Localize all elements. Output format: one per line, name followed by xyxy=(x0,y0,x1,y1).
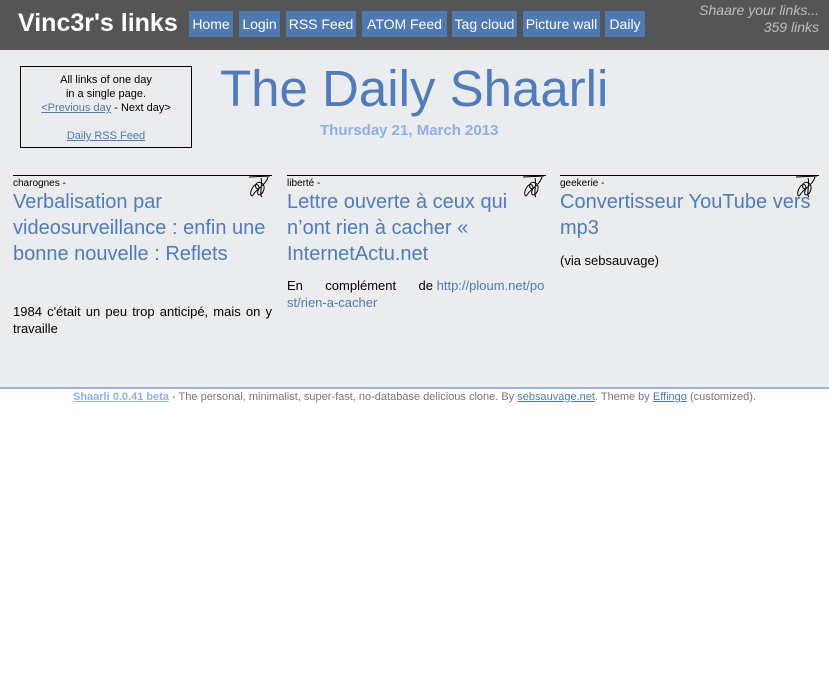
previous-day-link[interactable]: <Previous day xyxy=(41,102,111,114)
about-text-2: in a single page. xyxy=(65,88,147,100)
theme-author-link[interactable]: Effingo xyxy=(653,391,687,403)
nav-picture-wall[interactable]: Picture wall xyxy=(523,11,600,37)
entry-divider xyxy=(287,175,546,176)
daily-rss-link[interactable]: Daily RSS Feed xyxy=(67,130,145,142)
link-count: 359 links xyxy=(763,19,819,35)
page-title: The Daily Shaarli xyxy=(220,60,609,117)
author-link[interactable]: sebsauvage.net xyxy=(517,391,595,403)
entry-tags: charognes - xyxy=(13,178,66,189)
daily-date: Thursday 21, March 2013 xyxy=(320,122,499,139)
entry-divider xyxy=(13,175,272,176)
nav-daily[interactable]: Daily xyxy=(605,11,645,37)
footer-text: (customized). xyxy=(686,391,756,403)
entry-title-link[interactable]: Convertisseur YouTube vers mp3 xyxy=(560,189,819,241)
tagline-block: Shaare your links... 359 links xyxy=(699,2,819,36)
day-navigation: <Previous day - Next day> xyxy=(21,101,191,115)
footer: Shaarli 0.0.41 beta - The personal, mini… xyxy=(0,391,829,403)
nav-rss-feed[interactable]: RSS Feed xyxy=(286,11,356,37)
entry-title-link[interactable]: Lettre ouverte à ceux qui n’ont rien à c… xyxy=(287,189,546,267)
entry-description: (via sebsauvage) xyxy=(560,253,659,268)
entry-tags: liberté - xyxy=(287,178,321,189)
site-title[interactable]: Vinc3r's links xyxy=(18,9,178,38)
entry-description: En complément de http://ploum.net/post/r… xyxy=(287,277,546,311)
entry-title-link[interactable]: Verbalisation par videosurveillance : en… xyxy=(13,189,272,267)
daily-about-box: All links of one day in a single page. <… xyxy=(20,66,192,148)
shaarli-version-link[interactable]: Shaarli 0.0.41 beta xyxy=(73,391,169,403)
entry-description-text: En complément de xyxy=(287,278,433,293)
footer-text: - The personal, minimalist, super-fast, … xyxy=(168,391,518,403)
nav-atom-feed[interactable]: ATOM Feed xyxy=(362,11,447,37)
about-text-1: All links of one day xyxy=(60,74,152,86)
nav-home[interactable]: Home xyxy=(189,11,233,37)
nav-tag-cloud[interactable]: Tag cloud xyxy=(452,11,517,37)
rss-line: Daily RSS Feed xyxy=(21,129,191,143)
entry-divider xyxy=(560,175,819,176)
entry-description: 1984 c'était un peu trop anticipé, mais … xyxy=(13,304,272,336)
tagline: Shaare your links... xyxy=(699,2,819,18)
daily-panel: All links of one day in a single page. <… xyxy=(0,50,829,389)
nav-login[interactable]: Login xyxy=(239,11,280,37)
footer-text: . Theme by xyxy=(594,391,653,403)
next-day-text: - Next day> xyxy=(111,102,171,114)
entry-tags: geekerie - xyxy=(560,178,605,189)
header-bar: Vinc3r's links Home Login RSS Feed ATOM … xyxy=(0,0,829,50)
